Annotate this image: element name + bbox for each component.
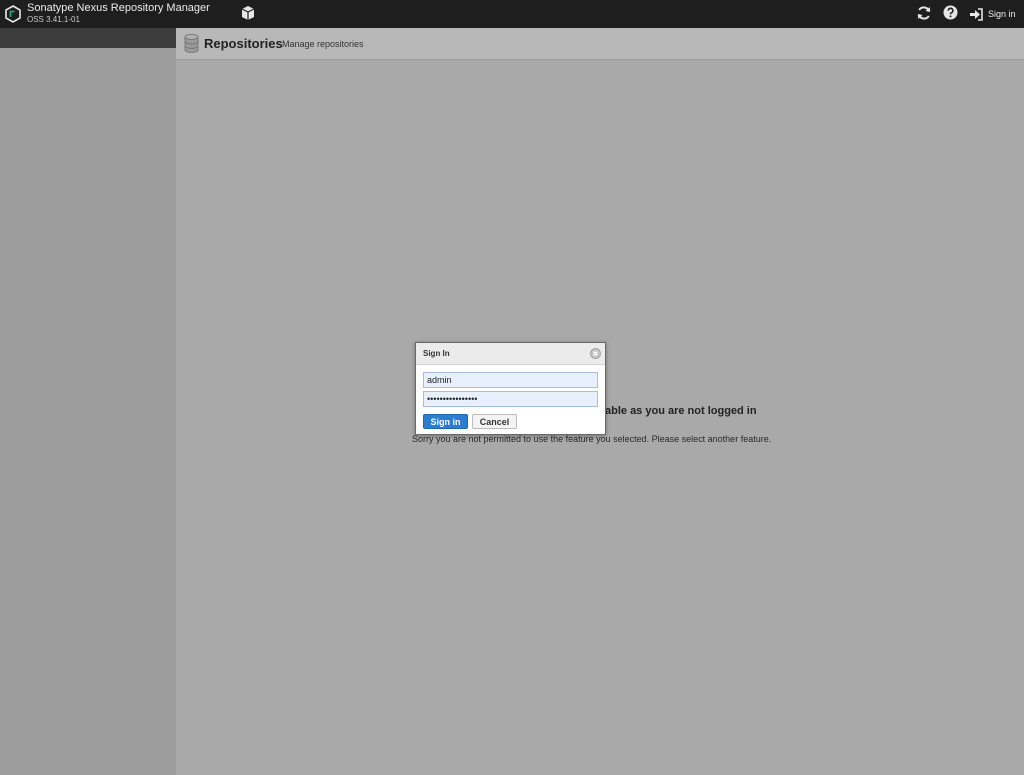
close-icon[interactable] <box>590 348 601 359</box>
cancel-button[interactable]: Cancel <box>472 414 517 429</box>
sign-in-icon <box>970 7 983 21</box>
app-version: OSS 3.41.1-01 <box>27 15 80 24</box>
dialog-header: Sign In <box>416 343 605 365</box>
dialog-title: Sign In <box>423 349 450 358</box>
top-header: Sonatype Nexus Repository Manager OSS 3.… <box>0 0 1024 28</box>
sidebar-header <box>0 28 176 48</box>
cube-icon[interactable] <box>240 5 256 21</box>
password-field[interactable] <box>423 391 598 407</box>
app-name: Sonatype Nexus Repository Manager <box>27 2 210 14</box>
refresh-icon[interactable] <box>916 5 932 21</box>
unavailable-title: able as you are not logged in <box>605 405 757 417</box>
unavailable-message: Sorry you are not permitted to use the f… <box>412 434 772 444</box>
sign-in-button[interactable]: Sign in <box>423 414 468 429</box>
sidebar <box>0 28 176 775</box>
nexus-logo-icon[interactable] <box>4 5 22 23</box>
page-subtitle: Manage repositories <box>282 39 364 49</box>
content-header: Repositories Manage repositories <box>176 28 1024 60</box>
help-icon[interactable] <box>943 5 958 20</box>
database-icon <box>184 34 199 53</box>
page-title: Repositories <box>204 36 283 51</box>
sign-in-dialog: Sign In Sign in Cancel <box>415 342 606 435</box>
header-signin-link[interactable]: Sign in <box>969 6 1016 22</box>
header-signin-label: Sign in <box>988 9 1016 19</box>
username-field[interactable] <box>423 372 598 388</box>
